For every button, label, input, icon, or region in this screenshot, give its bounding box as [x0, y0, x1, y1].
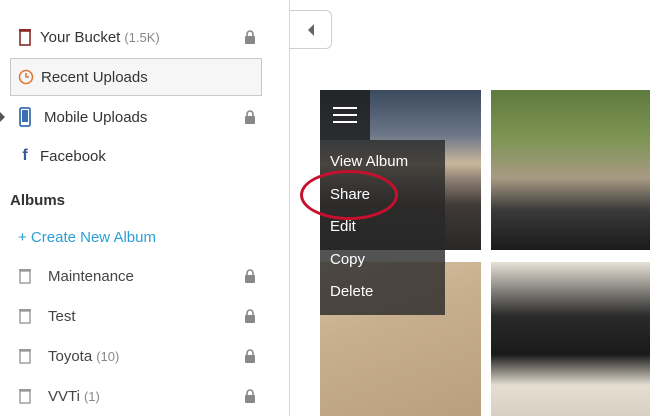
album-thumbnail[interactable]: [491, 262, 650, 416]
album-label: VVTi: [48, 387, 80, 405]
lock-icon: [245, 110, 255, 124]
menu-item-edit[interactable]: Edit: [330, 218, 356, 235]
sidebar-item-label: Mobile Uploads: [44, 108, 148, 126]
albums-heading: Albums: [10, 192, 66, 209]
album-bucket-icon: [10, 388, 40, 404]
item-count: (1.5K): [124, 29, 160, 45]
album-item-maintenance[interactable]: Maintenance: [10, 258, 262, 294]
clock-icon: [11, 69, 41, 85]
lock-icon: [245, 389, 255, 403]
album-item-toyota[interactable]: Toyota (10): [10, 338, 262, 374]
sidebar-item-label: Your Bucket: [40, 28, 121, 46]
menu-item-copy[interactable]: Copy: [330, 251, 365, 268]
album-count: (1): [83, 388, 100, 404]
album-count: (10): [96, 348, 120, 364]
sidebar-item-facebook[interactable]: f Facebook: [10, 137, 262, 175]
album-bucket-icon: [10, 308, 40, 324]
album-label: Test: [48, 307, 76, 325]
lock-icon: [245, 269, 255, 283]
lock-icon: [245, 349, 255, 363]
facebook-icon: f: [22, 147, 28, 164]
hamburger-icon: [333, 107, 357, 123]
lock-icon: [245, 309, 255, 323]
album-label: Maintenance: [48, 267, 134, 285]
album-item-test[interactable]: Test: [10, 298, 262, 334]
bucket-icon: [10, 28, 40, 46]
lock-icon: [245, 30, 255, 44]
sidebar-item-your-bucket[interactable]: Your Bucket (1.5K): [10, 18, 262, 56]
menu-toggle-button[interactable]: [320, 90, 370, 140]
create-new-album-link[interactable]: + Create New Album: [18, 229, 156, 246]
menu-item-delete[interactable]: Delete: [330, 283, 373, 300]
sidebar-item-label: Recent Uploads: [41, 68, 148, 86]
sidebar-item-mobile-uploads[interactable]: Mobile Uploads: [10, 98, 262, 136]
sidebar-item-recent-uploads[interactable]: Recent Uploads: [10, 58, 262, 96]
sidebar: Your Bucket (1.5K) Recent Uploads Mobile…: [0, 0, 290, 416]
phone-icon: [10, 107, 40, 127]
album-item-vvti[interactable]: VVTi (1): [10, 378, 262, 414]
album-bucket-icon: [10, 268, 40, 284]
expand-arrow-icon: [0, 112, 5, 122]
menu-item-share[interactable]: Share: [330, 186, 370, 203]
sidebar-item-label: Facebook: [40, 147, 106, 165]
album-context-menu: View Album Share Edit Copy Delete: [320, 140, 445, 315]
caret-left-icon: [307, 23, 314, 36]
album-thumbnail[interactable]: [491, 90, 650, 250]
album-bucket-icon: [10, 348, 40, 364]
menu-item-view-album[interactable]: View Album: [330, 153, 408, 170]
collapse-sidebar-button[interactable]: [290, 10, 332, 49]
album-label: Toyota: [48, 347, 93, 365]
